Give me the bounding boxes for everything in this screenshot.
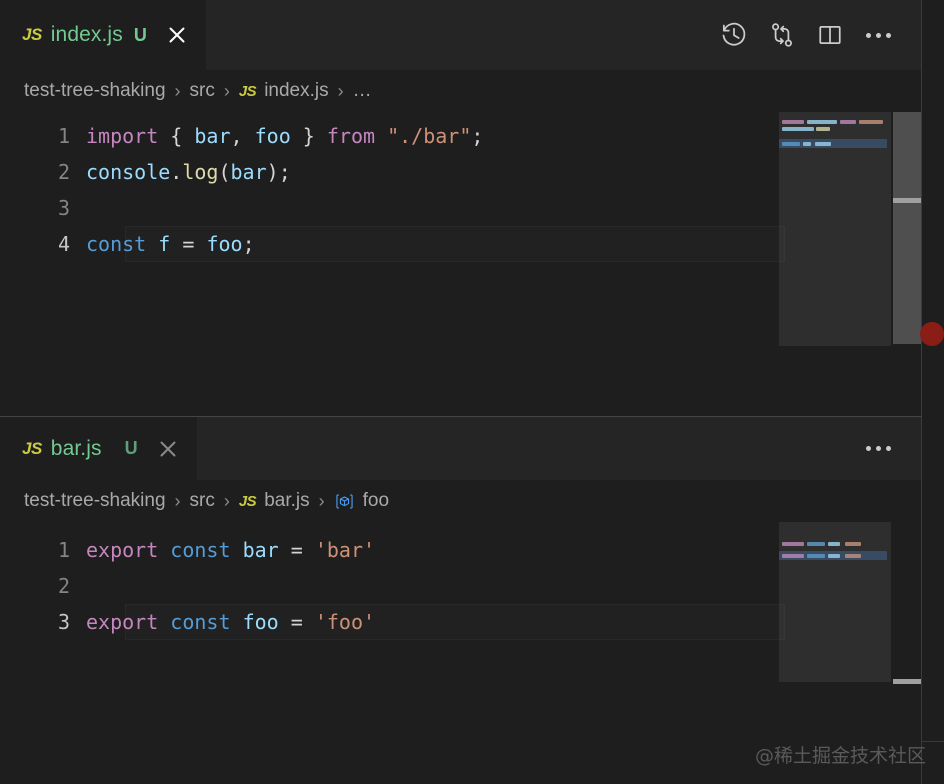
scrollbar-thumb[interactable]	[893, 112, 921, 344]
code-line[interactable]: 3	[0, 190, 921, 226]
git-status-badge: U	[125, 438, 138, 459]
close-icon[interactable]	[164, 22, 190, 48]
ellipsis-glyph	[866, 446, 891, 451]
line-number: 2	[0, 574, 86, 598]
editor-pane-index: JS index.js U	[0, 0, 922, 416]
editor-actions-bottom	[861, 417, 921, 480]
breadcrumb-item-project[interactable]: test-tree-shaking	[24, 80, 166, 102]
breadcrumb-separator-icon: ›	[175, 492, 181, 510]
breadcrumb-label: test-tree-shaking	[24, 490, 166, 512]
javascript-file-icon: JS	[22, 25, 42, 45]
scrollbar-cursor-marker	[893, 198, 921, 203]
code-line[interactable]: 1 export const bar = 'bar'	[0, 532, 921, 568]
editor-group-bottom: JS bar.js U	[0, 416, 944, 784]
code-line-current[interactable]: 4 const f = foo;	[0, 226, 921, 262]
breadcrumb-bar: test-tree-shaking › src › JS bar.js ›	[0, 480, 921, 522]
timeline-history-icon[interactable]	[717, 18, 751, 52]
breadcrumb-separator-icon: ›	[224, 82, 230, 100]
breadcrumb-label: src	[190, 80, 215, 102]
breadcrumb-item-file[interactable]: JS bar.js	[239, 490, 310, 512]
split-editor-icon[interactable]	[813, 18, 847, 52]
line-content: import { bar, foo } from "./bar";	[86, 124, 483, 148]
right-edge-strip	[922, 0, 944, 784]
breadcrumb-separator-icon: ›	[338, 82, 344, 100]
line-number: 1	[0, 124, 86, 148]
breadcrumb-label: test-tree-shaking	[24, 80, 166, 102]
compare-changes-icon[interactable]	[765, 18, 799, 52]
editor-actions-top	[717, 0, 921, 70]
code-editor-index[interactable]: 1 import { bar, foo } from "./bar"; 2 co…	[0, 112, 921, 416]
breadcrumb-index: test-tree-shaking › src › JS index.js › …	[0, 70, 921, 112]
breadcrumb-label: src	[190, 490, 215, 512]
breadcrumb-separator-icon: ›	[224, 492, 230, 510]
code-line[interactable]: 2	[0, 568, 921, 604]
line-content: const f = foo;	[86, 232, 255, 256]
vscode-workbench: JS index.js U	[0, 0, 944, 784]
code-line[interactable]: 2 console.log(bar);	[0, 154, 921, 190]
javascript-file-icon: JS	[239, 493, 256, 510]
breadcrumb-label: foo	[363, 490, 389, 512]
more-actions-icon[interactable]	[861, 18, 895, 52]
breadcrumb-separator-icon: ›	[319, 492, 325, 510]
line-number: 1	[0, 538, 86, 562]
javascript-file-icon: JS	[239, 83, 256, 100]
breadcrumb-item-overflow[interactable]: …	[353, 80, 372, 102]
breadcrumb-item-folder[interactable]: src	[190, 490, 215, 512]
tab-bar-top: JS index.js U	[0, 0, 921, 70]
line-number: 4	[0, 232, 86, 256]
breadcrumb-item-file[interactable]: JS index.js	[239, 80, 329, 102]
close-icon[interactable]	[155, 436, 181, 462]
line-number: 3	[0, 610, 86, 634]
tab-bar-js[interactable]: JS bar.js U	[0, 417, 197, 480]
line-number: 3	[0, 196, 86, 220]
line-content: console.log(bar);	[86, 160, 291, 184]
breadcrumb-item-folder[interactable]: src	[190, 80, 215, 102]
git-status-badge: U	[134, 25, 147, 46]
vertical-scrollbar-index[interactable]	[893, 112, 921, 416]
editor-pane-bar: JS bar.js U	[0, 417, 922, 784]
tab-label: bar.js	[51, 437, 102, 461]
breadcrumb-item-symbol[interactable]: foo	[334, 490, 389, 512]
javascript-file-icon: JS	[22, 439, 42, 459]
more-actions-icon[interactable]	[861, 432, 895, 466]
line-content: export const foo = 'foo'	[86, 610, 375, 634]
code-line-current[interactable]: 3 export const foo = 'foo'	[0, 604, 921, 640]
line-content: export const bar = 'bar'	[86, 538, 375, 562]
breadcrumb-label: index.js	[264, 80, 328, 102]
code-line[interactable]: 1 import { bar, foo } from "./bar";	[0, 118, 921, 154]
code-lines: 1 import { bar, foo } from "./bar"; 2 co…	[0, 118, 921, 262]
breadcrumb-separator-icon: ›	[175, 82, 181, 100]
line-number: 2	[0, 160, 86, 184]
scrollbar-cursor-marker	[893, 679, 921, 684]
ellipsis-glyph	[866, 33, 891, 38]
breadcrumb-label: …	[353, 80, 372, 102]
code-lines: 1 export const bar = 'bar' 2 3 export co…	[0, 532, 921, 640]
tab-label: index.js	[51, 23, 123, 47]
tab-bar-bottom: JS bar.js U	[0, 417, 921, 480]
symbol-variable-icon	[334, 492, 355, 510]
editor-group-top: JS index.js U	[0, 0, 944, 416]
breadcrumb-item-project[interactable]: test-tree-shaking	[24, 490, 166, 512]
tab-index-js[interactable]: JS index.js U	[0, 0, 206, 70]
breadcrumb-label: bar.js	[264, 490, 309, 512]
watermark-label: @稀土掘金技术社区	[755, 741, 926, 768]
notification-dot[interactable]	[920, 322, 944, 346]
